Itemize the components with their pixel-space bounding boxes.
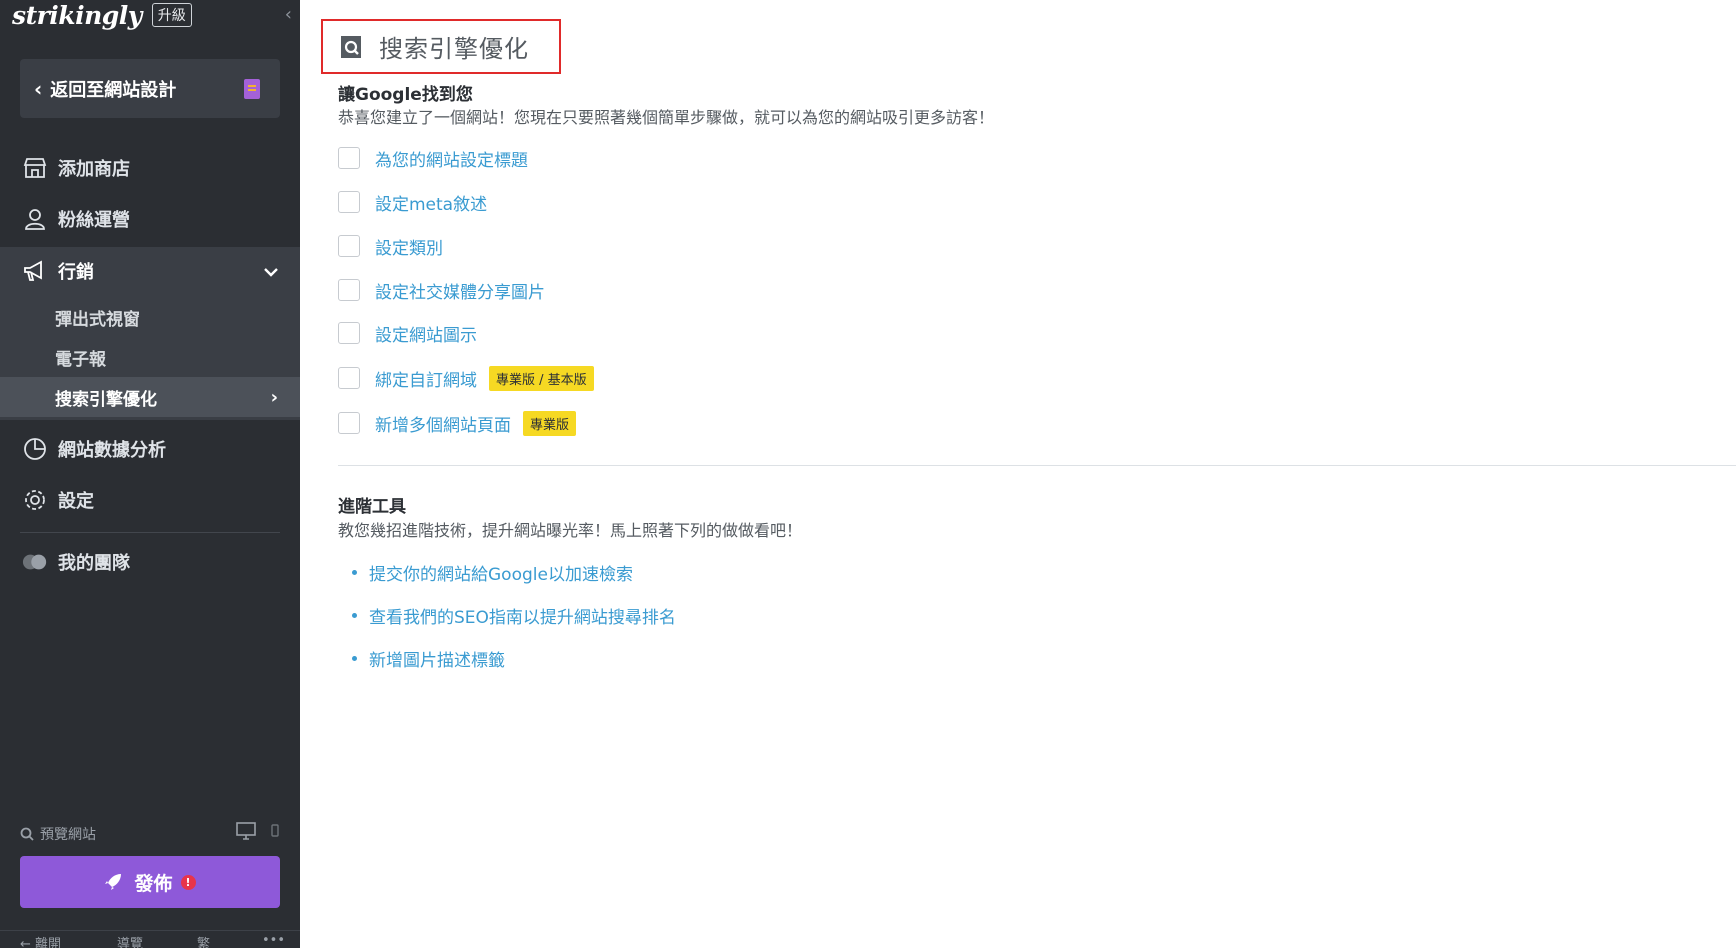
sidebar-item-marketing[interactable]: 行銷 xyxy=(0,247,300,295)
collapse-sidebar-icon[interactable]: ‹ xyxy=(285,4,292,25)
publish-button[interactable]: 發佈 ! xyxy=(20,856,280,908)
page-title-box: 搜索引擎優化 xyxy=(321,19,561,74)
sidebar-item-fans[interactable]: 粉絲運營 xyxy=(0,195,300,243)
guide-link[interactable]: 導覽 xyxy=(117,933,143,948)
plan-tag: 專業版 xyxy=(523,410,577,436)
checkbox[interactable] xyxy=(338,412,360,434)
exit-link[interactable]: ← 離開 xyxy=(20,933,61,948)
upgrade-badge[interactable]: 升級 xyxy=(151,3,192,27)
checklist-item-custom-domain[interactable]: 綁定自訂網域 專業版 / 基本版 xyxy=(338,364,594,392)
checklist-item-category[interactable]: 設定類別 xyxy=(338,232,443,260)
google-section-desc: 恭喜您建立了一個網站！您現在只要照著幾個簡單步驟做，就可以為您的網站吸引更多訪客… xyxy=(338,108,995,127)
link-label[interactable]: 提交你的網站給Google以加速檢索 xyxy=(369,560,633,585)
logo[interactable]: strikingly xyxy=(12,1,142,30)
megaphone-icon xyxy=(22,258,48,284)
back-to-design-label: 返回至網站設計 xyxy=(50,79,177,101)
sidebar-divider xyxy=(20,532,280,533)
exit-label: 離開 xyxy=(35,937,62,948)
language-link[interactable]: 繁 xyxy=(197,933,210,948)
bullet xyxy=(352,570,357,575)
checkbox[interactable] xyxy=(338,235,360,257)
gear-icon xyxy=(22,487,48,513)
sidebar-item-team[interactable]: 我的團隊 xyxy=(0,538,300,586)
preview-site-row[interactable]: 預覽網站 xyxy=(20,822,280,846)
checklist-item-label[interactable]: 設定網站圖示 xyxy=(375,321,477,346)
sidebar-item-analytics-label: 網站數據分析 xyxy=(58,440,166,461)
sidebar-item-settings-label: 設定 xyxy=(58,491,94,512)
sidebar: strikingly 升級 ‹ ‹ 返回至網站設計 添加商店 粉絲運營 行銷 彈… xyxy=(0,0,300,948)
sidebar-item-marketing-label: 行銷 xyxy=(58,262,94,283)
checklist-item-favicon[interactable]: 設定網站圖示 xyxy=(338,319,477,347)
bullet xyxy=(352,656,357,661)
sidebar-item-newsletter[interactable]: 電子報 xyxy=(0,337,300,377)
marketing-submenu: 彈出式視窗 電子報 搜索引擎優化 › xyxy=(0,294,300,420)
team-avatar-icon xyxy=(22,549,48,575)
checkbox[interactable] xyxy=(338,367,360,389)
checklist-item-label[interactable]: 設定社交媒體分享圖片 xyxy=(375,278,545,303)
checklist-item-label[interactable]: 綁定自訂網域 xyxy=(375,366,477,391)
chevron-left-icon: ‹ xyxy=(34,76,43,101)
checklist-item-multi-page[interactable]: 新增多個網站頁面 專業版 xyxy=(338,409,577,437)
sidebar-item-popup[interactable]: 彈出式視窗 xyxy=(0,297,300,337)
advanced-link-alt-tags[interactable]: 新增圖片描述標籤 xyxy=(352,646,505,671)
search-document-icon xyxy=(339,34,363,60)
checklist-item-label[interactable]: 設定meta敘述 xyxy=(375,190,487,215)
sidebar-item-store-label: 添加商店 xyxy=(58,159,130,180)
search-icon xyxy=(20,827,34,841)
bullet xyxy=(352,613,357,618)
page-title: 搜索引擎優化 xyxy=(379,35,529,63)
sidebar-item-seo[interactable]: 搜索引擎優化 › xyxy=(0,377,300,417)
advanced-section-desc: 教您幾招進階技術，提升網站曝光率！馬上照著下列的做做看吧！ xyxy=(338,521,803,540)
store-icon xyxy=(22,155,48,181)
publish-alert-badge: ! xyxy=(180,874,196,890)
sidebar-item-store[interactable]: 添加商店 xyxy=(0,144,300,192)
logo-row: strikingly 升級 xyxy=(12,0,192,30)
publish-label: 發佈 xyxy=(134,872,173,895)
main-content: 搜索引擎優化 讓Google找到您 恭喜您建立了一個網站！您現在只要照著幾個簡單… xyxy=(300,0,1736,948)
user-icon xyxy=(22,206,48,232)
more-menu[interactable]: ••• xyxy=(262,933,285,948)
section-divider xyxy=(338,465,1736,466)
desktop-icon[interactable] xyxy=(236,822,256,840)
checkbox[interactable] xyxy=(338,279,360,301)
page-icon xyxy=(244,79,260,99)
sidebar-footer: ← 離開 導覽 繁 ••• xyxy=(0,930,300,948)
link-label[interactable]: 查看我們的SEO指南以提升網站搜尋排名 xyxy=(369,603,676,628)
sidebar-item-analytics[interactable]: 網站數據分析 xyxy=(0,425,300,473)
checklist-item-label[interactable]: 設定類別 xyxy=(375,234,443,259)
checklist-item-social-image[interactable]: 設定社交媒體分享圖片 xyxy=(338,276,545,304)
link-label[interactable]: 新增圖片描述標籤 xyxy=(369,646,505,671)
checklist-item-meta[interactable]: 設定meta敘述 xyxy=(338,188,487,216)
checkbox[interactable] xyxy=(338,147,360,169)
checkbox[interactable] xyxy=(338,191,360,213)
checklist-item-label[interactable]: 為您的網站設定標題 xyxy=(375,146,528,171)
checklist-item-site-title[interactable]: 為您的網站設定標題 xyxy=(338,144,528,172)
advanced-section-title: 進階工具 xyxy=(338,497,406,517)
google-section-title: 讓Google找到您 xyxy=(338,85,473,105)
mobile-icon[interactable] xyxy=(270,823,280,839)
preview-site-label: 預覽網站 xyxy=(40,827,96,843)
chevron-right-icon: › xyxy=(270,386,278,408)
checkbox[interactable] xyxy=(338,322,360,344)
chevron-down-icon xyxy=(264,262,278,281)
sidebar-item-settings[interactable]: 設定 xyxy=(0,476,300,524)
back-to-design-button[interactable]: ‹ 返回至網站設計 xyxy=(20,59,280,118)
sidebar-item-fans-label: 粉絲運營 xyxy=(58,210,130,231)
rocket-icon xyxy=(105,874,122,890)
sidebar-item-team-label: 我的團隊 xyxy=(58,553,130,574)
checklist-item-label[interactable]: 新增多個網站頁面 xyxy=(375,411,511,436)
pie-chart-icon xyxy=(22,436,48,462)
plan-tag: 專業版 / 基本版 xyxy=(489,365,594,391)
advanced-link-google-submit[interactable]: 提交你的網站給Google以加速檢索 xyxy=(352,560,633,585)
advanced-link-seo-guide[interactable]: 查看我們的SEO指南以提升網站搜尋排名 xyxy=(352,603,676,628)
sidebar-item-seo-label: 搜索引擎優化 xyxy=(55,389,157,410)
device-toggles xyxy=(236,822,280,840)
